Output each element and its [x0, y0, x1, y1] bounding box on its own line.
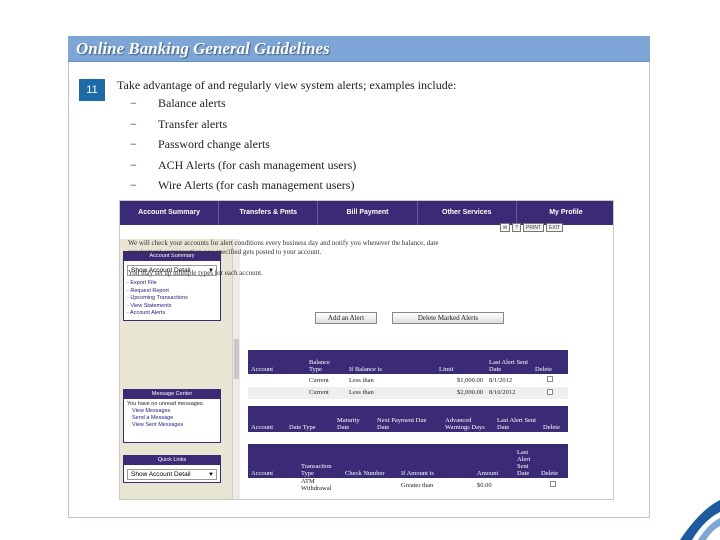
col-last-alert: Last Alert Sent Date	[486, 350, 532, 374]
alert-notice: We will check your accounts for alert co…	[128, 239, 439, 256]
help-icon[interactable]: ?	[512, 223, 521, 232]
swoosh-decoration	[680, 500, 720, 540]
list-item: − Password change alerts	[130, 137, 270, 151]
send-message-link[interactable]: Send a Message	[127, 415, 217, 422]
col-check-number: Check Number	[342, 444, 398, 478]
scrollbar-thumb[interactable]	[234, 339, 239, 379]
delete-checkbox[interactable]	[547, 388, 553, 395]
add-alert-button[interactable]: Add an Alert	[315, 312, 377, 324]
bullet-list: − Balance alerts − Transfer alerts − Passwo…	[130, 96, 356, 199]
toolbar: ✉ ? PRINT EXIT	[500, 223, 564, 232]
col-delete: Delete	[532, 350, 568, 374]
table-row: Current Less than $2,000.00 8/10/2012	[248, 386, 568, 399]
col-next-payment: Next Payment Due Date	[374, 406, 442, 432]
chevron-down-icon: ▼	[208, 472, 214, 478]
col-if-amount: If Amount is	[398, 444, 474, 478]
slide-number: 11	[79, 79, 105, 101]
nav-account-summary[interactable]: Account Summary	[120, 201, 220, 225]
delete-marked-alerts-button[interactable]: Delete Marked Alerts	[392, 312, 504, 324]
view-sent-messages-link[interactable]: View Sent Messages	[127, 422, 217, 429]
nav-bill-payment[interactable]: Bill Payment	[318, 201, 418, 225]
message-center-box: Message Center You have no unread messag…	[123, 389, 221, 443]
col-balance-type: Balance Type	[306, 350, 346, 374]
col-last-alert: Last Alert Sent Date	[494, 406, 540, 432]
view-statements-link[interactable]: - View Statements	[127, 303, 217, 311]
account-alerts-link[interactable]: - Account Alerts	[127, 310, 217, 318]
request-report-link[interactable]: - Request Report	[127, 288, 217, 296]
col-amount: Amount	[474, 444, 514, 478]
view-messages-link[interactable]: View Messages	[127, 408, 217, 415]
col-transaction-type: Transaction Type	[298, 444, 342, 478]
exit-button[interactable]: EXIT	[545, 223, 564, 232]
mail-icon[interactable]: ✉	[500, 223, 511, 232]
quick-links-select[interactable]: Show Account Detail ▼	[127, 469, 217, 480]
nav-my-profile[interactable]: My Profile	[517, 201, 613, 225]
col-delete: Delete	[540, 406, 568, 432]
delete-checkbox[interactable]	[550, 481, 556, 487]
slide-intro: Take advantage of and regularly view sys…	[117, 78, 457, 92]
upcoming-transactions-link[interactable]: - Upcoming Transactions	[127, 295, 217, 303]
slide-title-bar: Online Banking General Guidelines	[68, 36, 650, 62]
list-item: − Wire Alerts (for cash management users)	[130, 178, 355, 192]
table-row: Current Less than $1,000.00 8/1/2012	[248, 374, 568, 387]
account-links: - Export File - Request Report - Upcomin…	[124, 280, 220, 318]
col-account: Account	[248, 350, 306, 374]
message-center-body: You have no unread messages. View Messag…	[124, 399, 220, 431]
list-item: − Transfer alerts	[130, 116, 228, 131]
delete-checkbox[interactable]	[547, 376, 553, 383]
col-delete: Delete	[538, 444, 568, 478]
list-item: − Balance alerts	[130, 96, 226, 110]
alert-notice-multiple: You may set up multiple types for each a…	[128, 269, 263, 277]
col-account: Account	[248, 444, 298, 478]
balance-alerts-table: Account Balance Type If Balance is Limit…	[248, 350, 568, 399]
col-maturity-date: Maturity Date	[334, 406, 374, 432]
slide-title: Online Banking General Guidelines	[76, 39, 330, 58]
box-header: Quick Links	[124, 456, 220, 465]
nav-transfers[interactable]: Transfers & Pmts	[219, 201, 319, 225]
col-if-balance: If Balance is	[346, 350, 436, 374]
col-advanced-warnings: Advanced Warnings Days	[442, 406, 494, 432]
table-row: ATM Withdrawal Greater than $0.00	[248, 478, 568, 492]
col-account: Account	[248, 406, 286, 432]
left-sidebar: Account Summary Show Account Detail ▼ - E…	[120, 239, 232, 499]
transaction-alerts-table: Account Transaction Type Check Number If…	[248, 444, 568, 492]
list-item: − ACH Alerts (for cash management users)	[130, 157, 357, 172]
export-file-link[interactable]: - Export File	[127, 280, 217, 288]
date-alerts-table: Account Date Type Maturity Date Next Pay…	[248, 406, 568, 432]
col-last-alert: Last Alert Sent Date	[514, 444, 538, 478]
col-limit: Limit	[436, 350, 486, 374]
box-header: Message Center	[124, 390, 220, 399]
print-button[interactable]: PRINT	[522, 223, 544, 232]
main-nav: Account Summary Transfers & Pmts Bill Pa…	[120, 201, 613, 225]
sidebar-scrollbar[interactable]	[232, 239, 240, 499]
col-date-type: Date Type	[286, 406, 334, 432]
quick-links-box: Quick Links Show Account Detail ▼	[123, 455, 221, 483]
account-summary-box: Account Summary Show Account Detail ▼ - E…	[123, 251, 221, 321]
nav-other-services[interactable]: Other Services	[418, 201, 517, 225]
